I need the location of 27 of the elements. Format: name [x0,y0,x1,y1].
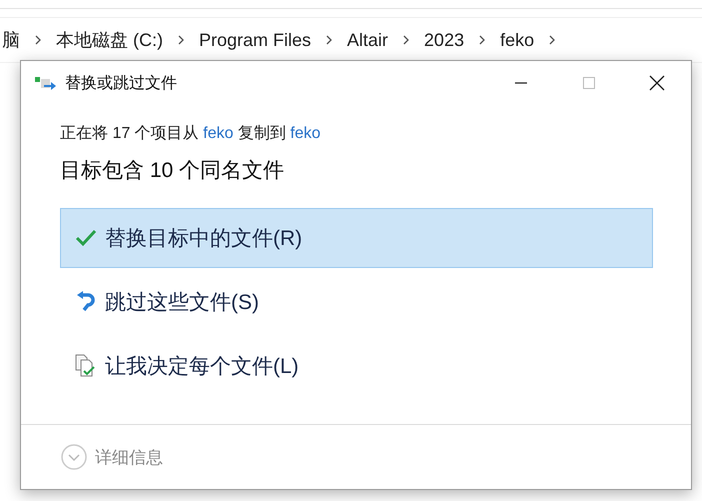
breadcrumb-item[interactable]: feko [500,30,534,50]
undo-arrow-icon [75,291,97,313]
breadcrumb-item[interactable]: 脑 [2,28,20,52]
breadcrumb-item[interactable]: Program Files [199,30,312,50]
details-toggle[interactable]: 详细信息 [61,444,163,470]
chevron-icon[interactable] [177,35,185,45]
breadcrumb-item[interactable]: 本地磁盘 (C:) [56,28,163,52]
breadcrumb-item[interactable]: Altair [347,30,388,50]
copy-arrow-icon [35,76,57,90]
option-button[interactable]: 跳过这些文件(S) [60,272,653,332]
window-title: 替换或跳过文件 [65,74,177,94]
copy-status-text: 正在将 17 个项目从 feko 复制到 feko [60,124,322,144]
files-check-icon [75,354,97,378]
chevron-icon[interactable] [478,35,486,45]
chevron-icon[interactable] [548,35,556,45]
minimize-icon [514,82,528,84]
conflict-heading: 目标包含 10 个同名文件 [60,158,286,184]
option-button[interactable]: 替换目标中的文件(R) [60,208,653,268]
checkmark-icon [75,229,97,247]
close-icon [649,75,665,91]
option-button[interactable]: 让我决定每个文件(L) [60,336,653,396]
chevron-icon[interactable] [402,35,410,45]
maximize-icon [582,76,596,90]
breadcrumb-item[interactable]: 2023 [424,30,464,50]
chevron-icon[interactable] [34,35,42,45]
chevron-down-icon [61,444,87,470]
chevron-icon[interactable] [325,35,334,45]
